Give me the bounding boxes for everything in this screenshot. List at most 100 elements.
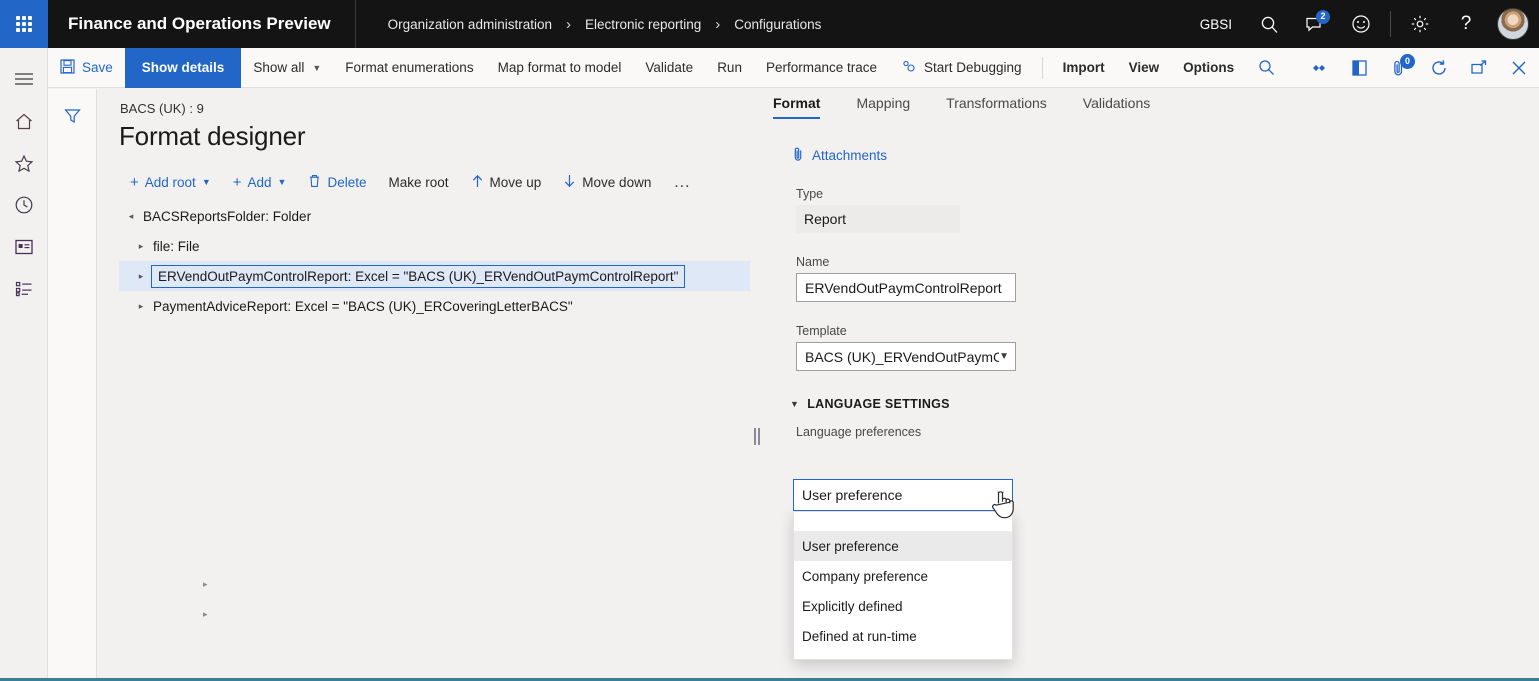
field-name: Name ERVendOutPaymControlReport: [796, 255, 1290, 302]
page-subtitle: BACS (UK) : 9: [120, 101, 204, 116]
avatar[interactable]: [1497, 8, 1529, 40]
company-selector[interactable]: GBSI: [1186, 0, 1246, 48]
attachments-label: Attachments: [812, 148, 888, 163]
expanded-triangle-icon[interactable]: ◂: [119, 211, 143, 222]
template-select[interactable]: BACS (UK)_ERVendOutPaymC... ▼: [796, 342, 1016, 371]
details-panel: Format Mapping Transformations Validatio…: [770, 89, 1290, 443]
dropdown-option-defined-at-run-time[interactable]: Defined at run-time: [794, 621, 1012, 651]
waffle-grid-icon[interactable]: [0, 0, 48, 48]
chevron-down-icon[interactable]: ▼: [995, 489, 1006, 501]
tree-node-label: file: File: [153, 238, 200, 254]
field-type: Type Report: [796, 187, 1290, 233]
show-details-button[interactable]: Show details: [124, 47, 242, 88]
breadcrumb: Organization administration › Electronic…: [356, 17, 826, 32]
tree-node-file[interactable]: ▸ file: File: [119, 231, 774, 261]
field-language-preferences-label-group: Language preferences: [796, 425, 1290, 439]
save-disk-icon: [60, 58, 75, 77]
language-settings-title: LANGUAGE SETTINGS: [807, 397, 950, 411]
tab-transformations[interactable]: Transformations: [946, 89, 1065, 119]
view-button[interactable]: View: [1117, 48, 1172, 88]
start-debugging-button[interactable]: Start Debugging: [889, 48, 1034, 88]
modules-icon[interactable]: [0, 268, 48, 310]
star-icon[interactable]: [0, 142, 48, 184]
validate-button[interactable]: Validate: [633, 48, 705, 88]
tab-validations[interactable]: Validations: [1083, 89, 1168, 119]
collapsed-triangle-icon[interactable]: ▸: [203, 579, 208, 590]
language-preferences-combobox[interactable]: User preference ▼: [793, 479, 1013, 511]
tree-node-bacsreportsfolder[interactable]: ◂ BACSReportsFolder: Folder: [119, 201, 774, 231]
top-bar-actions: GBSI 2 ?: [1186, 0, 1539, 48]
format-enumerations-button[interactable]: Format enumerations: [333, 48, 485, 88]
chevron-down-icon: ▼: [999, 351, 1009, 362]
home-icon[interactable]: [0, 100, 48, 142]
make-root-button[interactable]: Make root: [377, 167, 459, 197]
close-icon[interactable]: [1499, 48, 1539, 88]
action-pane: Save Show details Show all ▼ Format enum…: [48, 47, 1539, 88]
gear-icon[interactable]: [1397, 0, 1443, 48]
collapsed-triangle-icon[interactable]: ▸: [129, 241, 153, 252]
message-icon[interactable]: 2: [1292, 0, 1338, 48]
attachments-link[interactable]: Attachments: [792, 146, 1290, 165]
delete-button[interactable]: Delete: [297, 167, 377, 197]
trash-icon: [308, 174, 321, 191]
tree-node-label: BACSReportsFolder: Folder: [143, 208, 312, 224]
options-button[interactable]: Options: [1171, 48, 1246, 88]
name-input[interactable]: ERVendOutPaymControlReport: [796, 273, 1016, 302]
tree-node-ervendoutpaymcontrolreport[interactable]: ▸ ERVendOutPaymControlReport: Excel = "B…: [119, 261, 750, 291]
breadcrumb-item-configurations[interactable]: Configurations: [730, 17, 825, 32]
breadcrumb-item-electronic-reporting[interactable]: Electronic reporting: [581, 17, 705, 32]
plus-icon: +: [232, 173, 242, 191]
tab-format[interactable]: Format: [773, 89, 838, 119]
dropdown-option-explicitly-defined[interactable]: Explicitly defined: [794, 591, 1012, 621]
breadcrumb-item-organization-administration[interactable]: Organization administration: [384, 17, 556, 32]
caret-down-icon: ▼: [790, 399, 800, 409]
collapsed-triangle-icon[interactable]: ▸: [203, 609, 208, 620]
message-count-badge: 2: [1316, 10, 1330, 24]
name-label: Name: [796, 255, 830, 269]
run-button[interactable]: Run: [705, 48, 754, 88]
office-app-icon[interactable]: [1339, 48, 1379, 88]
more-options-button[interactable]: …: [662, 167, 702, 197]
move-down-button[interactable]: Move down: [552, 167, 662, 197]
arrow-down-icon: [563, 174, 576, 191]
import-button[interactable]: Import: [1051, 48, 1117, 88]
share-icon[interactable]: [1299, 48, 1339, 88]
performance-trace-button[interactable]: Performance trace: [754, 48, 889, 88]
left-navigation-rail: [0, 48, 48, 681]
tab-mapping[interactable]: Mapping: [856, 89, 928, 119]
type-value: Report: [796, 205, 960, 233]
template-value: BACS (UK)_ERVendOutPaymC...: [805, 348, 1000, 365]
filter-icon[interactable]: [48, 95, 96, 137]
show-all-button[interactable]: Show all ▼: [241, 48, 333, 88]
language-settings-section-header[interactable]: ▼ LANGUAGE SETTINGS: [790, 397, 1290, 411]
clock-icon[interactable]: [0, 184, 48, 226]
type-label: Type: [796, 187, 824, 201]
add-root-button[interactable]: + Add root ▼: [119, 167, 222, 197]
add-root-label: Add root: [144, 174, 196, 190]
tree-node-paymentadvicereport[interactable]: ▸ PaymentAdviceReport: Excel = "BACS (UK…: [119, 291, 774, 321]
dropdown-option-user-preference[interactable]: User preference: [794, 531, 1012, 561]
workspace-icon[interactable]: [0, 226, 48, 268]
search-icon[interactable]: [1246, 48, 1286, 88]
question-mark-icon[interactable]: ?: [1443, 0, 1489, 48]
template-label: Template: [796, 324, 847, 338]
page-title: Format designer: [119, 121, 306, 151]
add-button[interactable]: + Add ▼: [222, 167, 298, 197]
application-window: Finance and Operations Preview Organizat…: [0, 0, 1539, 681]
attachment-count-badge: 0: [1400, 53, 1415, 69]
move-up-button[interactable]: Move up: [460, 167, 553, 197]
dropdown-option-company-preference[interactable]: Company preference: [794, 561, 1012, 591]
smiley-icon[interactable]: [1338, 0, 1384, 48]
save-button[interactable]: Save: [48, 48, 125, 88]
move-up-label: Move up: [489, 174, 542, 190]
collapsed-triangle-icon[interactable]: ▸: [129, 271, 153, 282]
open-in-new-window-icon[interactable]: [1459, 48, 1499, 88]
filter-pane: [48, 89, 97, 681]
panel-splitter[interactable]: [754, 428, 760, 445]
hamburger-menu-icon[interactable]: [0, 58, 48, 100]
search-icon[interactable]: [1246, 0, 1292, 48]
refresh-icon[interactable]: [1419, 48, 1459, 88]
collapsed-triangle-icon[interactable]: ▸: [129, 301, 153, 312]
map-format-to-model-button[interactable]: Map format to model: [486, 48, 634, 88]
attachment-icon[interactable]: 0: [1379, 48, 1419, 88]
